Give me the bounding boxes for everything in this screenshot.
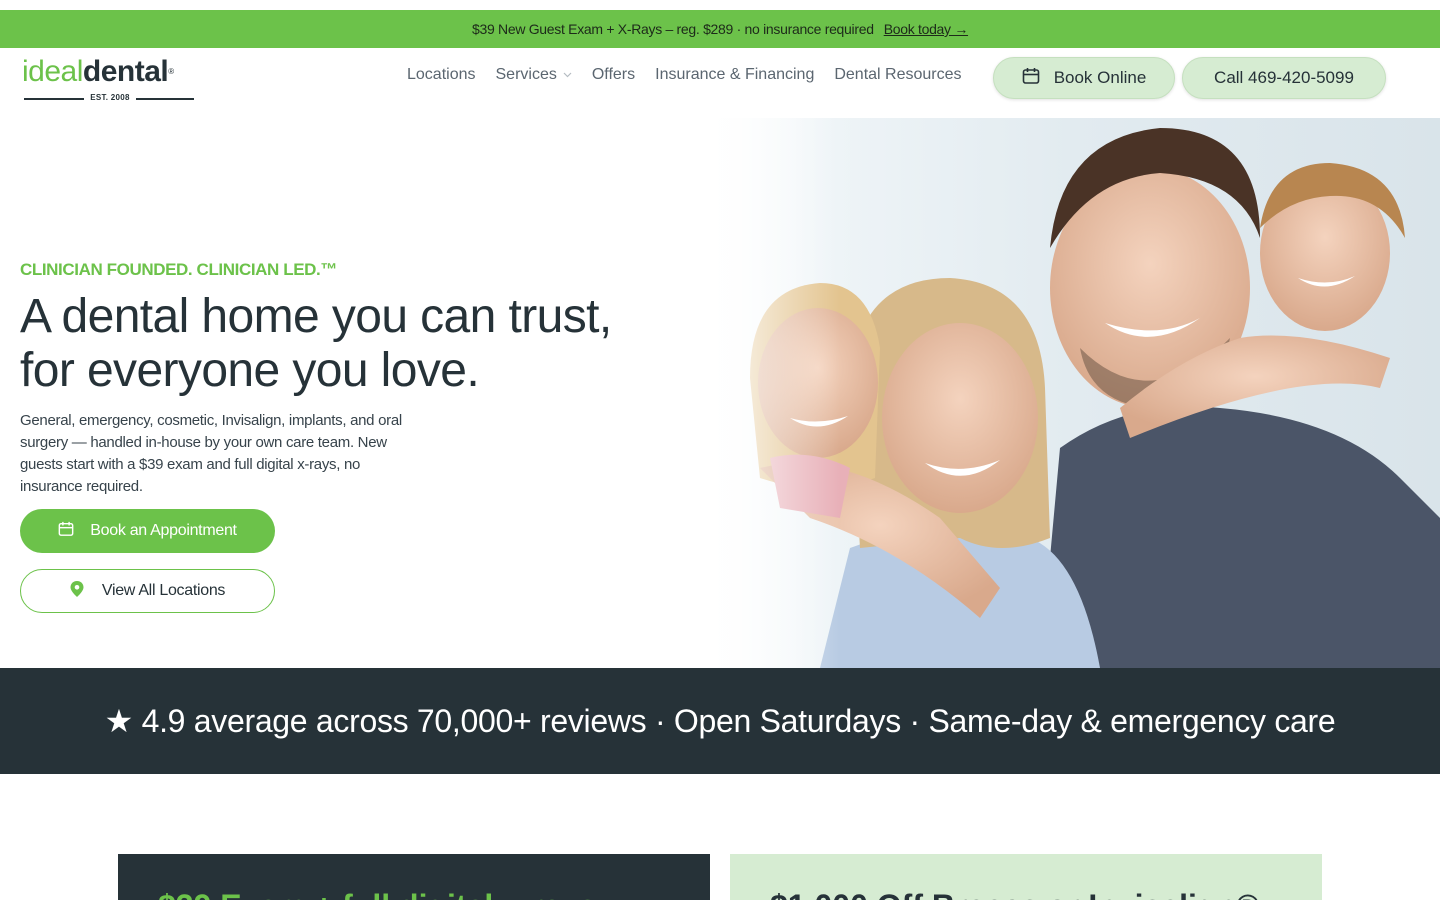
promo-bar: $39 New Guest Exam + X-Rays – reg. $289 …	[0, 10, 1440, 48]
book-appointment-button[interactable]: Book an Appointment	[20, 509, 275, 553]
book-online-label: Book Online	[1053, 68, 1147, 87]
logo-ideal: ideal	[22, 55, 83, 88]
logo-est: EST. 2008	[90, 93, 130, 102]
calendar-icon	[1022, 67, 1040, 90]
offer-card-braces[interactable]: $1,000 Off Braces or Invisalign®	[730, 854, 1322, 900]
call-button[interactable]: Call 469-420-5099	[1182, 57, 1386, 99]
nav-dental-resources[interactable]: Dental Resources	[834, 66, 961, 84]
nav-offers-label: Offers	[591, 66, 636, 83]
main-nav: Locations Services Offers Insurance & Fi…	[407, 66, 982, 84]
nav-locations[interactable]: Locations	[407, 66, 476, 84]
logo-dental: dental	[82, 55, 169, 88]
promo-text: $39 New Guest Exam + X-Rays – reg. $289 …	[471, 21, 874, 37]
offer-card-exam[interactable]: $39 Exam + full digital x-rays	[118, 854, 710, 900]
call-label: Call 469-420-5099	[1214, 68, 1354, 87]
logo-registered: ®	[168, 67, 174, 76]
nav-insurance-label: Insurance & Financing	[655, 66, 815, 83]
nav-services-label: Services	[495, 66, 557, 83]
offer-card-braces-title: $1,000 Off Braces or Invisalign®	[770, 888, 1260, 900]
site-header: idealdental® EST. 2008 Locations Service…	[0, 48, 1440, 110]
map-pin-icon	[70, 580, 84, 602]
logo[interactable]: idealdental® EST. 2008	[22, 56, 204, 106]
book-online-button[interactable]: Book Online	[993, 57, 1175, 99]
offer-card-exam-title: $39 Exam + full digital x-rays	[158, 888, 596, 900]
nav-insurance-financing[interactable]: Insurance & Financing	[655, 66, 814, 84]
hero-eyebrow: CLINICIAN FOUNDED. CLINICIAN LED.™	[20, 260, 337, 279]
logo-rule-left	[24, 98, 84, 100]
hero-subcopy: General, emergency, cosmetic, Invisalign…	[20, 412, 402, 495]
chevron-down-icon	[563, 70, 572, 80]
reviews-band-text: ★ 4.9 average across 70,000+ reviews · O…	[104, 703, 1336, 739]
hero-family-image	[700, 118, 1440, 668]
nav-offers[interactable]: Offers	[592, 66, 635, 84]
logo-rule-right	[136, 98, 194, 100]
calendar-icon	[58, 521, 74, 542]
book-appointment-label: Book an Appointment	[90, 522, 237, 539]
view-all-locations-label: View All Locations	[101, 582, 226, 599]
logo-wordmark: idealdental®	[22, 56, 174, 88]
reviews-band: ★ 4.9 average across 70,000+ reviews · O…	[0, 668, 1440, 774]
nav-resources-label: Dental Resources	[834, 66, 962, 83]
promo-book-today-link[interactable]: Book today →	[884, 21, 969, 37]
view-all-locations-button[interactable]: View All Locations	[20, 569, 275, 613]
nav-services[interactable]: Services	[496, 66, 572, 84]
hero-headline: A dental home you can trust, for everyon…	[20, 290, 612, 397]
nav-locations-label: Locations	[407, 66, 476, 83]
